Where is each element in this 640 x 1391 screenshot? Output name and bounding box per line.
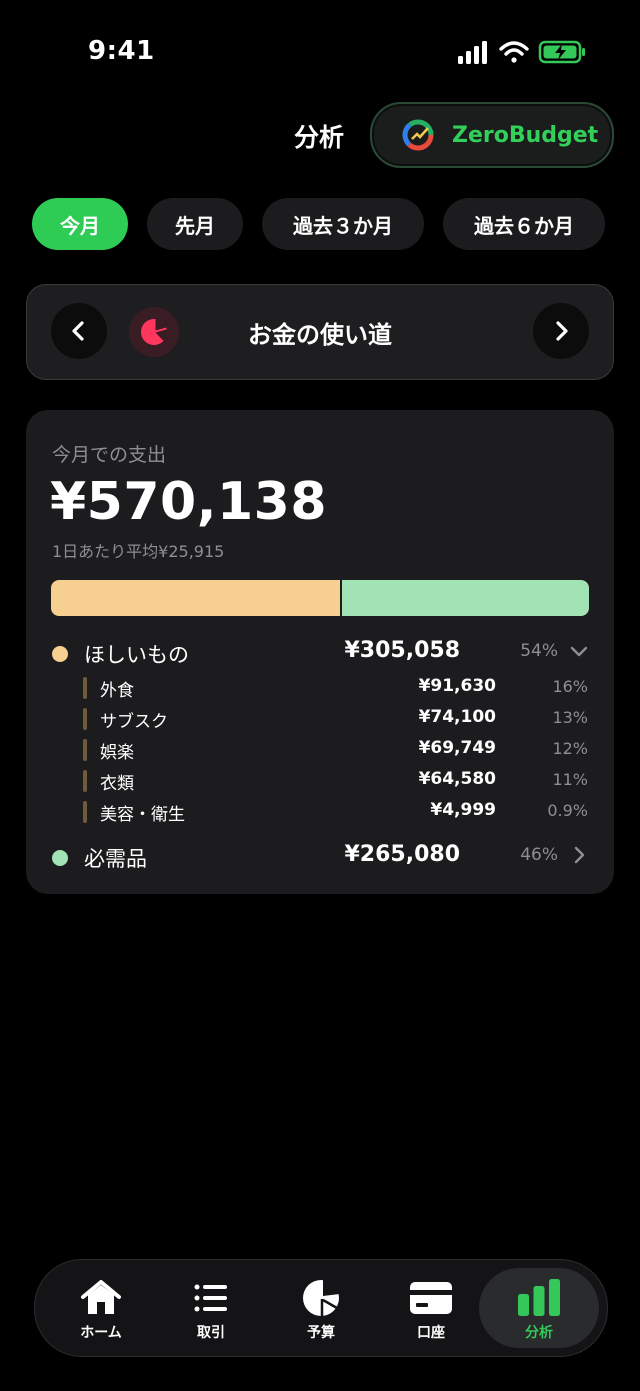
category-amount: ¥305,058 <box>344 638 460 663</box>
split-bar-wants <box>51 580 341 616</box>
subcategory-percent: 16% <box>552 677 588 696</box>
subcategory-marker <box>83 770 87 792</box>
subcategory-name: 娯楽 <box>100 743 134 763</box>
chevron-right-icon <box>556 321 568 341</box>
period-chip-last-month[interactable]: 先月 <box>147 198 243 250</box>
brand-name: ZeroBudget <box>452 122 599 148</box>
card-icon <box>410 1282 452 1314</box>
tab-label: 予算 <box>307 1325 335 1341</box>
signal-icon <box>458 41 487 64</box>
category-name: 必需品 <box>84 847 147 871</box>
subcategory-name: サブスク <box>100 712 168 732</box>
subcategory-marker <box>83 739 87 761</box>
tab-transactions[interactable]: 取引 <box>159 1268 263 1348</box>
period-chip-3-months[interactable]: 過去３か月 <box>262 198 424 250</box>
daily-average: 1日あたり平均¥25,915 <box>52 542 225 561</box>
subcategory-percent: 13% <box>552 708 588 727</box>
subcategory-percent: 12% <box>552 739 588 758</box>
subcategory-name: 衣類 <box>100 774 134 794</box>
subcategory-amount: ¥74,100 <box>418 707 496 727</box>
subcategory-amount: ¥64,580 <box>418 769 496 789</box>
tab-analysis[interactable]: 分析 <box>479 1268 599 1348</box>
tab-budget[interactable]: 予算 <box>269 1268 373 1348</box>
battery-icon <box>538 40 585 64</box>
category-percent: 46% <box>520 845 558 865</box>
view-title: お金の使い道 <box>248 321 392 349</box>
tab-home[interactable]: ホーム <box>49 1268 153 1348</box>
subcategory-marker <box>83 708 87 730</box>
tab-label: 口座 <box>417 1325 445 1341</box>
tab-label: 分析 <box>525 1325 553 1341</box>
view-switcher: お金の使い道 <box>26 284 614 380</box>
subcategory-marker <box>83 801 87 823</box>
chevron-down-icon[interactable] <box>566 638 592 664</box>
split-bar-needs <box>340 580 589 616</box>
total-spending: ¥570,138 <box>50 472 328 532</box>
subcategory-row[interactable]: 外食 ¥91,630 16% <box>26 673 614 704</box>
subcategory-row[interactable]: サブスク ¥74,100 13% <box>26 704 614 735</box>
tab-bar: ホーム 取引 予算 口座 分析 <box>34 1259 608 1357</box>
category-percent: 54% <box>520 641 558 661</box>
chevron-right-icon[interactable] <box>566 842 592 868</box>
tab-accounts[interactable]: 口座 <box>379 1268 483 1348</box>
status-time: 9:41 <box>88 36 155 66</box>
next-view-button[interactable] <box>533 303 589 359</box>
summary-label: 今月での支出 <box>52 444 167 466</box>
tab-label: 取引 <box>197 1325 225 1341</box>
category-dot <box>52 850 68 866</box>
subcategory-amount: ¥91,630 <box>418 676 496 696</box>
category-row-needs[interactable]: 必需品 ¥265,080 46% <box>26 840 614 876</box>
spending-summary-card: 今月での支出 ¥570,138 1日あたり平均¥25,915 ほしいもの ¥30… <box>26 410 614 894</box>
period-chip-6-months[interactable]: 過去６か月 <box>443 198 605 250</box>
wifi-icon <box>499 41 529 63</box>
subcategory-row[interactable]: 衣類 ¥64,580 11% <box>26 766 614 797</box>
page-title: 分析 <box>294 123 345 152</box>
tab-label: ホーム <box>80 1325 122 1341</box>
subcategory-percent: 0.9% <box>547 801 588 820</box>
subcategory-amount: ¥4,999 <box>430 800 496 820</box>
subcategory-row[interactable]: 美容・衛生 ¥4,999 0.9% <box>26 797 614 828</box>
pie-icon <box>303 1278 340 1317</box>
category-dot <box>52 646 68 662</box>
subcategory-percent: 11% <box>552 770 588 789</box>
bar-chart-icon <box>518 1279 560 1316</box>
period-chip-this-month[interactable]: 今月 <box>32 198 128 250</box>
home-icon <box>81 1280 121 1314</box>
list-icon <box>194 1284 227 1312</box>
subcategory-marker <box>83 677 87 699</box>
brand-button[interactable]: ZeroBudget <box>370 102 614 168</box>
subcategory-name: 美容・衛生 <box>100 805 185 825</box>
split-bar <box>51 580 589 616</box>
category-amount: ¥265,080 <box>344 842 460 867</box>
status-icons <box>458 40 585 64</box>
brand-logo-icon <box>402 119 434 151</box>
subcategory-row[interactable]: 娯楽 ¥69,749 12% <box>26 735 614 766</box>
subcategory-name: 外食 <box>100 681 134 701</box>
subcategory-amount: ¥69,749 <box>418 738 496 758</box>
category-name: ほしいもの <box>84 643 189 667</box>
category-row-wants[interactable]: ほしいもの ¥305,058 54% <box>26 636 614 672</box>
